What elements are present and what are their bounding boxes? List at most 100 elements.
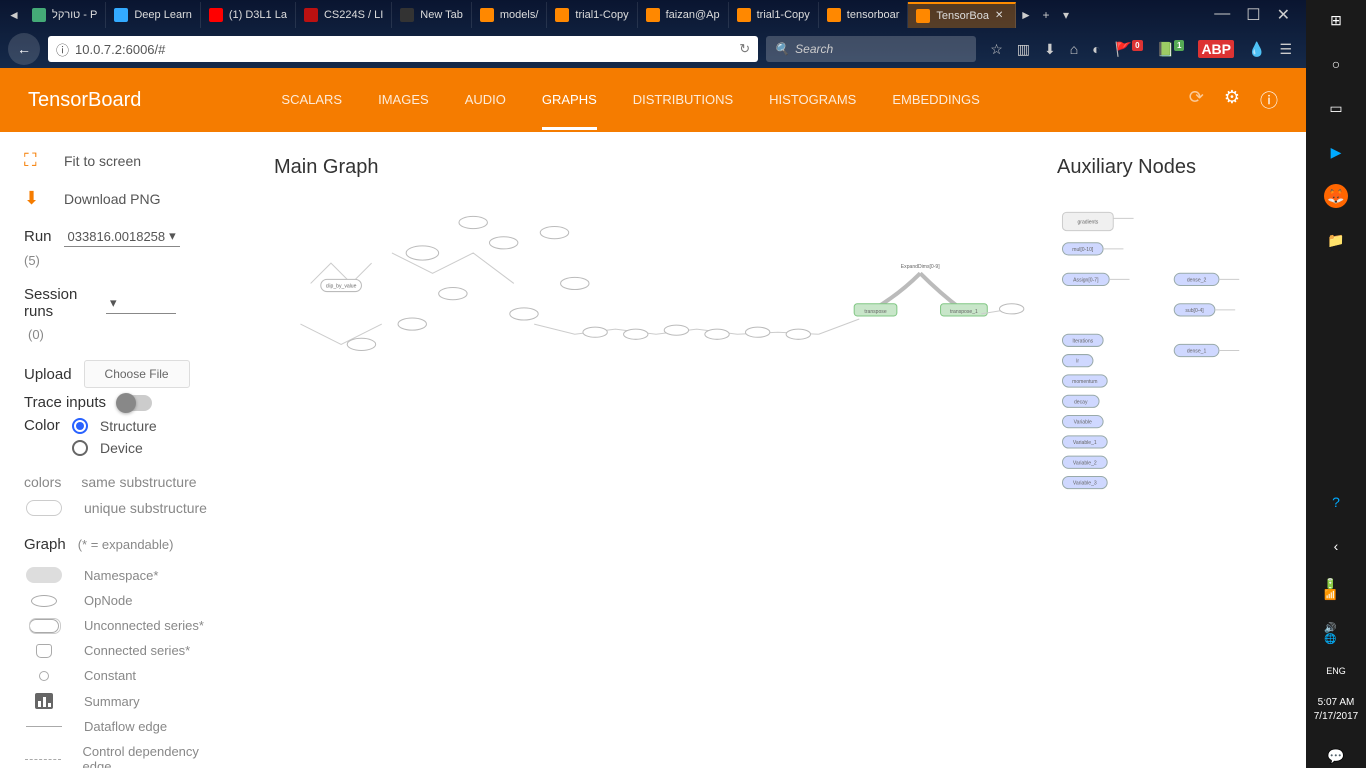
abp-icon[interactable]: ABP	[1198, 40, 1234, 58]
browser-tab[interactable]: trial1-Copy	[729, 2, 819, 28]
main-graph-nodes[interactable]: clip_by_value	[300, 216, 1023, 350]
device-label: Device	[100, 440, 143, 456]
browser-tab[interactable]: New Tab	[392, 2, 472, 28]
url-input[interactable]: ⓘ 10.0.7.2:6006/# ↻	[48, 36, 758, 62]
menu-icon[interactable]: ☰	[1279, 41, 1292, 58]
tab-embeddings[interactable]: EMBEDDINGS	[892, 70, 979, 130]
trace-inputs-toggle[interactable]	[118, 395, 152, 411]
fit-to-screen-button[interactable]: ⛶ Fit to screen	[24, 150, 226, 172]
sidebar: ⛶ Fit to screen ⬇ Download PNG Run 03381…	[0, 132, 250, 768]
svg-text:transpose_1: transpose_1	[950, 309, 978, 315]
minimize-icon[interactable]: —	[1214, 5, 1230, 25]
tab-histograms[interactable]: HISTOGRAMS	[769, 70, 856, 130]
language-indicator[interactable]: ENG	[1326, 666, 1346, 676]
help-icon[interactable]: ⓘ	[1260, 87, 1278, 113]
windows-taskbar: ⊞ ○ ▭ ▶ 🦊 📁 ? ‹ 🔋📶 🔊🌐 ENG 5:07 AM 7/17/2…	[1306, 0, 1366, 768]
svg-text:lr: lr	[1076, 359, 1079, 365]
notifications-icon[interactable]: 💬	[1324, 744, 1348, 768]
graph-canvas[interactable]: Main Graph Auxiliary Nodes clip_by_value	[250, 132, 1306, 768]
volume-icon[interactable]: 🔊🌐	[1324, 622, 1348, 646]
tab-graphs[interactable]: GRAPHS	[542, 70, 597, 130]
choose-file-button[interactable]: Choose File	[84, 360, 190, 388]
browser-tab[interactable]: tensorboar	[819, 2, 909, 28]
help-tray-icon[interactable]: ?	[1324, 490, 1348, 514]
browser-tab[interactable]: (1) D3L1 La	[201, 2, 296, 28]
structure-label: Structure	[100, 418, 157, 434]
tab-images[interactable]: IMAGES	[378, 70, 429, 130]
browser-tab[interactable]: CS224S / LI	[296, 2, 392, 28]
search-icon: 🔍	[774, 42, 789, 56]
firefox-icon[interactable]: 🦊	[1324, 184, 1348, 208]
gear-icon[interactable]: ⚙	[1224, 87, 1240, 113]
tab-scalars[interactable]: SCALARS	[281, 70, 342, 130]
svg-text:dense_2: dense_2	[1187, 277, 1207, 283]
color-label: Color	[24, 417, 60, 434]
svg-text:Variable_3: Variable_3	[1073, 481, 1097, 487]
refresh-icon[interactable]: ⟳	[1189, 87, 1204, 113]
tab-label: New Tab	[420, 9, 463, 21]
svg-text:momentum: momentum	[1072, 379, 1097, 385]
tab-audio[interactable]: AUDIO	[465, 70, 506, 130]
colors-label: colors	[24, 474, 61, 490]
tab-label: models/	[500, 9, 539, 21]
download-label: Download PNG	[64, 191, 161, 207]
svg-text:decay: decay	[1074, 399, 1088, 405]
upload-label: Upload	[24, 366, 72, 383]
browser-chrome: ◄ טורקל - P Deep Learn (1) D3L1 La CS224…	[0, 0, 1306, 68]
system-clock[interactable]: 5:07 AM 7/17/2017	[1314, 696, 1359, 724]
drop-icon[interactable]: 💧	[1248, 41, 1265, 58]
close-icon[interactable]: ✕	[995, 10, 1007, 22]
search-placeholder: Search	[795, 42, 833, 56]
browser-tab[interactable]: Deep Learn	[106, 2, 201, 28]
maximize-icon[interactable]: ☐	[1246, 5, 1260, 25]
session-select[interactable]: ▾	[106, 293, 176, 314]
new-tab-button[interactable]: +	[1036, 4, 1056, 26]
browser-tab[interactable]: טורקל - P	[24, 2, 106, 28]
svg-text:Variable: Variable	[1074, 420, 1092, 426]
svg-text:Assign[0-7]: Assign[0-7]	[1073, 277, 1099, 283]
aux-nodes[interactable]: gradients mul[0-10] Assign[0-7] Iteratio…	[1062, 212, 1239, 488]
tab-distributions[interactable]: DISTRIBUTIONS	[633, 70, 733, 130]
tab-label: faizan@Ap	[666, 9, 720, 21]
expandable-note: (* = expandable)	[78, 537, 174, 552]
run-select[interactable]: 033816.0018258 ▾	[64, 226, 180, 247]
url-bar-row: ← ⓘ 10.0.7.2:6006/# ↻ 🔍 Search ☆ ▥ ⬇ ⌂ ◐…	[0, 30, 1306, 68]
svg-text:mul[0-10]: mul[0-10]	[1072, 247, 1094, 253]
browser-tab[interactable]: trial1-Copy	[547, 2, 637, 28]
graph-svg[interactable]: clip_by_value	[270, 192, 1286, 751]
windows-start-icon[interactable]: ⊞	[1324, 8, 1348, 32]
browser-tab[interactable]: models/	[472, 2, 548, 28]
browser-tab[interactable]: faizan@Ap	[638, 2, 729, 28]
refresh-icon[interactable]: ↻	[739, 41, 750, 57]
tab-scroll-left[interactable]: ◄	[4, 4, 24, 26]
close-window-icon[interactable]: ✕	[1277, 5, 1290, 25]
task-view-icon[interactable]: ▭	[1324, 96, 1348, 120]
radio-structure[interactable]	[72, 418, 88, 434]
tab-label: (1) D3L1 La	[229, 9, 287, 21]
extension-badge-green[interactable]: 📗1	[1157, 41, 1185, 58]
radio-device[interactable]	[72, 440, 88, 456]
bookmark-icon[interactable]: ☆	[990, 41, 1003, 58]
expand-tray-icon[interactable]: ‹	[1324, 534, 1348, 558]
tab-label: CS224S / LI	[324, 9, 383, 21]
tab-label: trial1-Copy	[757, 9, 810, 21]
tab-label: tensorboar	[847, 9, 900, 21]
library-icon[interactable]: ▥	[1017, 41, 1030, 58]
chevron-down-icon: ▾	[110, 295, 117, 311]
extension-badge-red[interactable]: 🚩0	[1115, 41, 1143, 58]
explorer-icon[interactable]: 📁	[1324, 228, 1348, 252]
cortana-icon[interactable]: ○	[1324, 52, 1348, 76]
search-box[interactable]: 🔍 Search	[766, 36, 976, 62]
tab-list-button[interactable]: ▾	[1056, 4, 1076, 26]
download-png-button[interactable]: ⬇ Download PNG	[24, 188, 226, 210]
music-app-icon[interactable]: ▶	[1324, 140, 1348, 164]
back-button[interactable]: ←	[8, 33, 40, 65]
battery-wifi-icon[interactable]: 🔋📶	[1324, 578, 1348, 602]
toolbar-icons: ☆ ▥ ⬇ ⌂ ◐ 🚩0 📗1 ABP 💧 ☰	[984, 40, 1298, 58]
pocket-icon[interactable]: ◐	[1092, 41, 1100, 57]
home-icon[interactable]: ⌂	[1070, 41, 1078, 57]
info-icon[interactable]: ⓘ	[56, 40, 69, 59]
tab-scroll-right[interactable]: ►	[1016, 4, 1036, 26]
browser-tab-active[interactable]: TensorBoa✕	[908, 2, 1016, 28]
downloads-icon[interactable]: ⬇	[1044, 41, 1056, 58]
